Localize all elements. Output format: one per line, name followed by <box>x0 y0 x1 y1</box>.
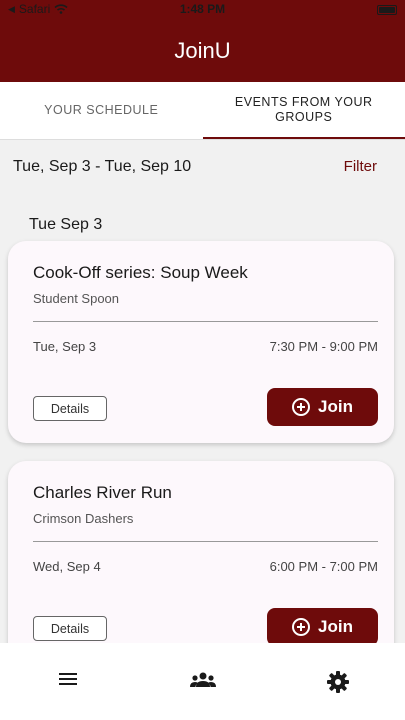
join-label: Join <box>318 397 353 416</box>
menu-icon <box>58 673 77 685</box>
tab-your-schedule[interactable]: YOUR SCHEDULE <box>0 82 203 139</box>
join-label: Join <box>318 617 353 636</box>
event-date: Tue, Sep 3 <box>33 339 97 354</box>
card-divider <box>33 541 378 542</box>
event-time: 7:30 PM - 9:00 PM <box>269 339 378 354</box>
app-header: ◀ Safari 1:48 PM JoinU <box>0 0 405 82</box>
event-time: 6:00 PM - 7:00 PM <box>269 559 378 574</box>
battery-icon <box>377 5 397 15</box>
join-button[interactable]: Join <box>267 388 378 426</box>
details-button[interactable]: Details <box>33 616 107 641</box>
event-title: Charles River Run <box>33 483 172 502</box>
day-heading: Tue Sep 3 <box>29 216 103 233</box>
date-range-bar: Tue, Sep 3 - Tue, Sep 10 Filter <box>0 140 405 194</box>
groups-icon <box>189 672 216 687</box>
event-group: Student Spoon <box>33 291 120 306</box>
event-group: Crimson Dashers <box>33 511 134 526</box>
event-date: Wed, Sep 4 <box>33 559 101 574</box>
date-range-label: Tue, Sep 3 - Tue, Sep 10 <box>13 158 192 175</box>
details-button[interactable]: Details <box>33 396 107 421</box>
filter-button[interactable]: Filter <box>344 158 377 175</box>
card-divider <box>33 321 378 322</box>
status-time: 1:48 PM <box>179 2 226 16</box>
event-title: Cook-Off series: Soup Week <box>33 263 248 282</box>
app-title: JoinU <box>174 38 231 63</box>
event-card: Cook-Off series: Soup Week Student Spoon… <box>8 241 394 443</box>
join-button[interactable]: Join <box>267 608 378 646</box>
status-bar: ◀ Safari 1:48 PM <box>0 0 405 20</box>
plus-circle-icon <box>292 618 311 636</box>
tab-bar: YOUR SCHEDULE EVENTS FROM YOUR GROUPS <box>0 82 405 140</box>
tab-events-from-your-groups[interactable]: EVENTS FROM YOUR GROUPS <box>202 82 405 139</box>
nav-settings[interactable] <box>270 643 405 720</box>
event-card: Charles River Run Crimson Dashers Wed, S… <box>8 461 394 663</box>
settings-icon <box>326 671 349 693</box>
nav-menu[interactable] <box>0 643 135 720</box>
plus-circle-icon <box>292 398 311 416</box>
bottom-nav <box>0 643 405 720</box>
nav-groups[interactable] <box>135 643 270 720</box>
